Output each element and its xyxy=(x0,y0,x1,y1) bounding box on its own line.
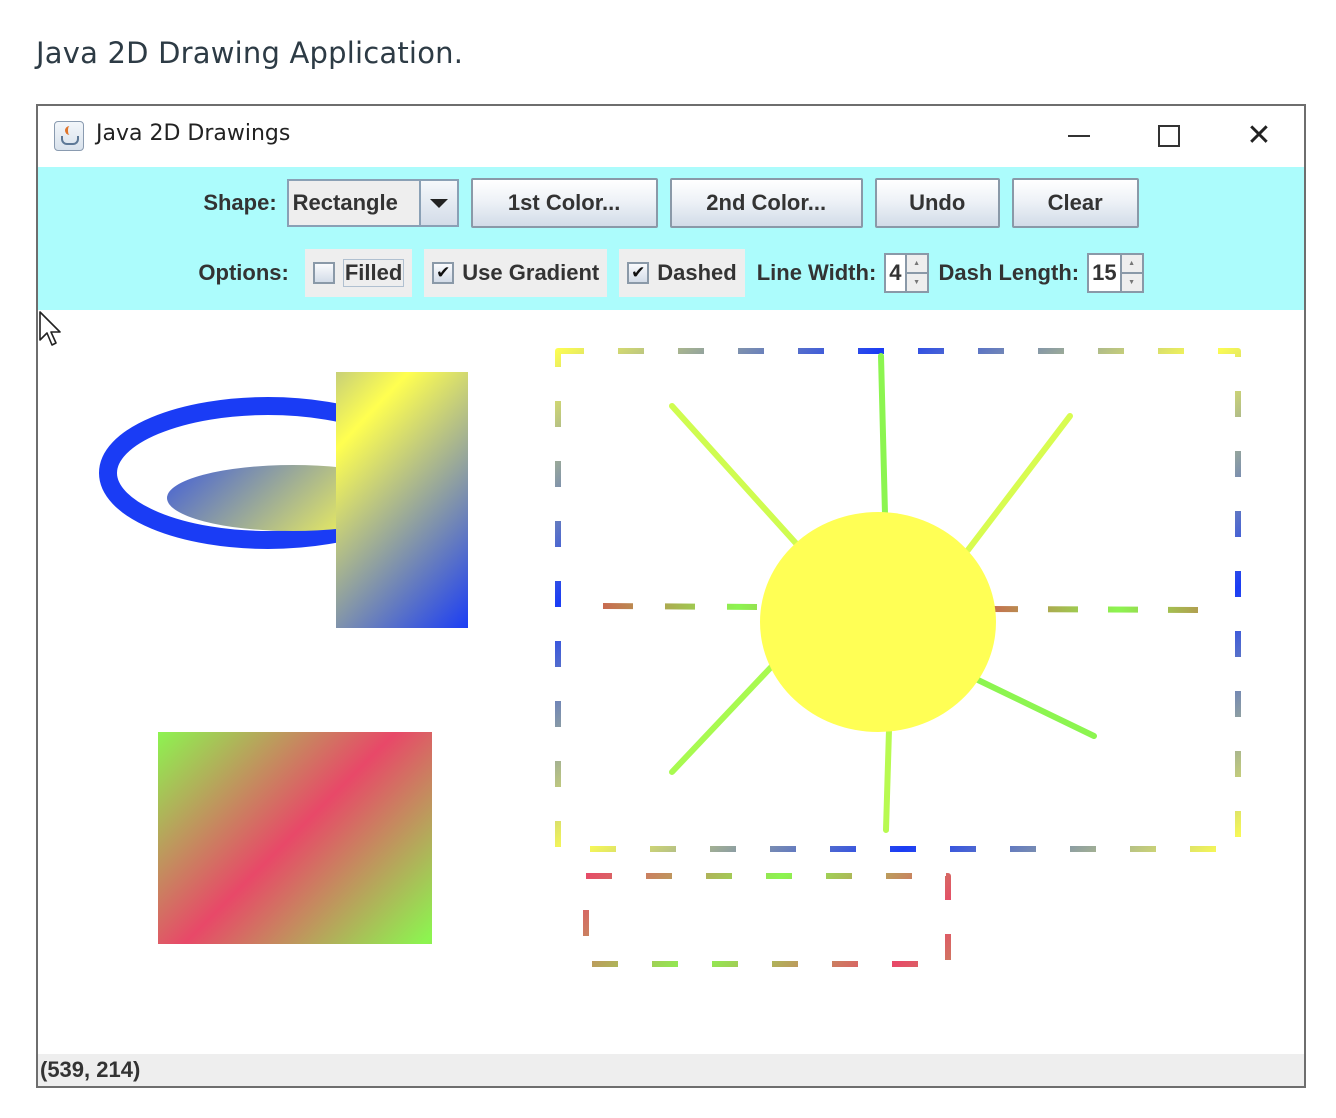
toolbar-row-options: Options: Filled ✔ Use Gradient ✔ Dashed … xyxy=(38,249,1304,297)
close-button[interactable]: ✕ xyxy=(1214,106,1304,166)
sun-ray-bottom-left xyxy=(669,661,777,775)
mouse-pointer-icon xyxy=(39,311,61,346)
dash-length-increment-icon[interactable]: ▲ xyxy=(1121,255,1142,274)
toolbar-row-shape: Shape: Rectangle 1st Color... 2nd Color.… xyxy=(38,177,1304,229)
cup-glyph xyxy=(61,136,79,145)
line-width-value[interactable]: 4 xyxy=(886,255,904,291)
window-title: Java 2D Drawings xyxy=(96,121,291,146)
blue-yellow-gradient-rectangle xyxy=(336,372,468,628)
minimize-button[interactable] xyxy=(1034,106,1124,166)
status-bar: (539, 214) xyxy=(38,1054,1304,1086)
second-color-button[interactable]: 2nd Color... xyxy=(669,178,863,228)
options-label: Options: xyxy=(198,260,289,285)
dashed-checkbox-label[interactable]: Dashed xyxy=(657,260,736,286)
dash-length-spinner-buttons: ▲ ▼ xyxy=(1119,255,1142,291)
sun-circle xyxy=(760,512,996,732)
shape-dropdown-value[interactable]: Rectangle xyxy=(289,181,419,225)
sun-ray-top-right xyxy=(965,413,1073,553)
line-width-spinner-buttons: ▲ ▼ xyxy=(904,255,927,291)
dash-length-spinner[interactable]: 15 ▲ ▼ xyxy=(1087,253,1144,293)
dashed-horizontal-line-left xyxy=(602,603,764,610)
clear-button[interactable]: Clear xyxy=(1011,178,1139,228)
first-color-button[interactable]: 1st Color... xyxy=(470,178,658,228)
line-width-decrement-icon[interactable]: ▼ xyxy=(906,274,927,291)
drawing-canvas[interactable] xyxy=(38,310,1304,1056)
sun-ray-top-left xyxy=(669,403,805,553)
dash-length-label: Dash Length: xyxy=(938,260,1080,285)
minimize-icon xyxy=(1068,135,1090,137)
sun-ray-bottom xyxy=(883,727,892,833)
shape-dropdown-arrow[interactable] xyxy=(418,181,457,225)
maximize-icon xyxy=(1158,125,1180,147)
filled-checkbox-box[interactable] xyxy=(312,262,335,284)
chevron-down-icon xyxy=(429,198,448,208)
line-width-spinner[interactable]: 4 ▲ ▼ xyxy=(884,253,929,293)
java-app-icon[interactable] xyxy=(54,121,84,151)
sun-ray-top xyxy=(878,353,888,517)
use-gradient-checkbox[interactable]: ✔ Use Gradient xyxy=(424,249,608,297)
cursor-coordinates: (539, 214) xyxy=(40,1057,141,1082)
undo-button[interactable]: Undo xyxy=(874,178,1000,228)
close-icon: ✕ xyxy=(1246,118,1272,153)
green-red-gradient-rectangle xyxy=(158,732,432,944)
line-width-label: Line Width: xyxy=(756,260,877,285)
use-gradient-checkbox-label[interactable]: Use Gradient xyxy=(462,260,599,286)
use-gradient-checkbox-box[interactable]: ✔ xyxy=(432,262,455,284)
line-width-increment-icon[interactable]: ▲ xyxy=(906,255,927,274)
dashed-gradient-rectangle-small xyxy=(583,873,951,967)
shape-dropdown[interactable]: Rectangle xyxy=(286,179,459,227)
filled-checkbox-label[interactable]: Filled xyxy=(342,259,405,287)
sun-ray-bottom-right xyxy=(975,677,1097,739)
dash-length-decrement-icon[interactable]: ▼ xyxy=(1121,274,1142,291)
filled-checkbox[interactable]: Filled xyxy=(304,249,413,297)
dashed-checkbox-box[interactable]: ✔ xyxy=(627,262,650,284)
app-window: Java 2D Drawings ✕ Shape: Rectangle 1st … xyxy=(36,104,1306,1088)
shape-label: Shape: xyxy=(203,190,277,215)
dashed-checkbox[interactable]: ✔ Dashed xyxy=(619,249,745,297)
dash-length-value[interactable]: 15 xyxy=(1089,255,1119,291)
title-bar[interactable]: Java 2D Drawings ✕ xyxy=(38,106,1304,167)
dashed-horizontal-line-right xyxy=(987,606,1209,613)
toolbar: Shape: Rectangle 1st Color... 2nd Color.… xyxy=(38,167,1304,310)
page-heading: Java 2D Drawing Application. xyxy=(36,36,464,70)
drawing-surface[interactable] xyxy=(38,310,1304,1056)
maximize-button[interactable] xyxy=(1124,106,1214,166)
steam-glyph xyxy=(65,126,74,135)
